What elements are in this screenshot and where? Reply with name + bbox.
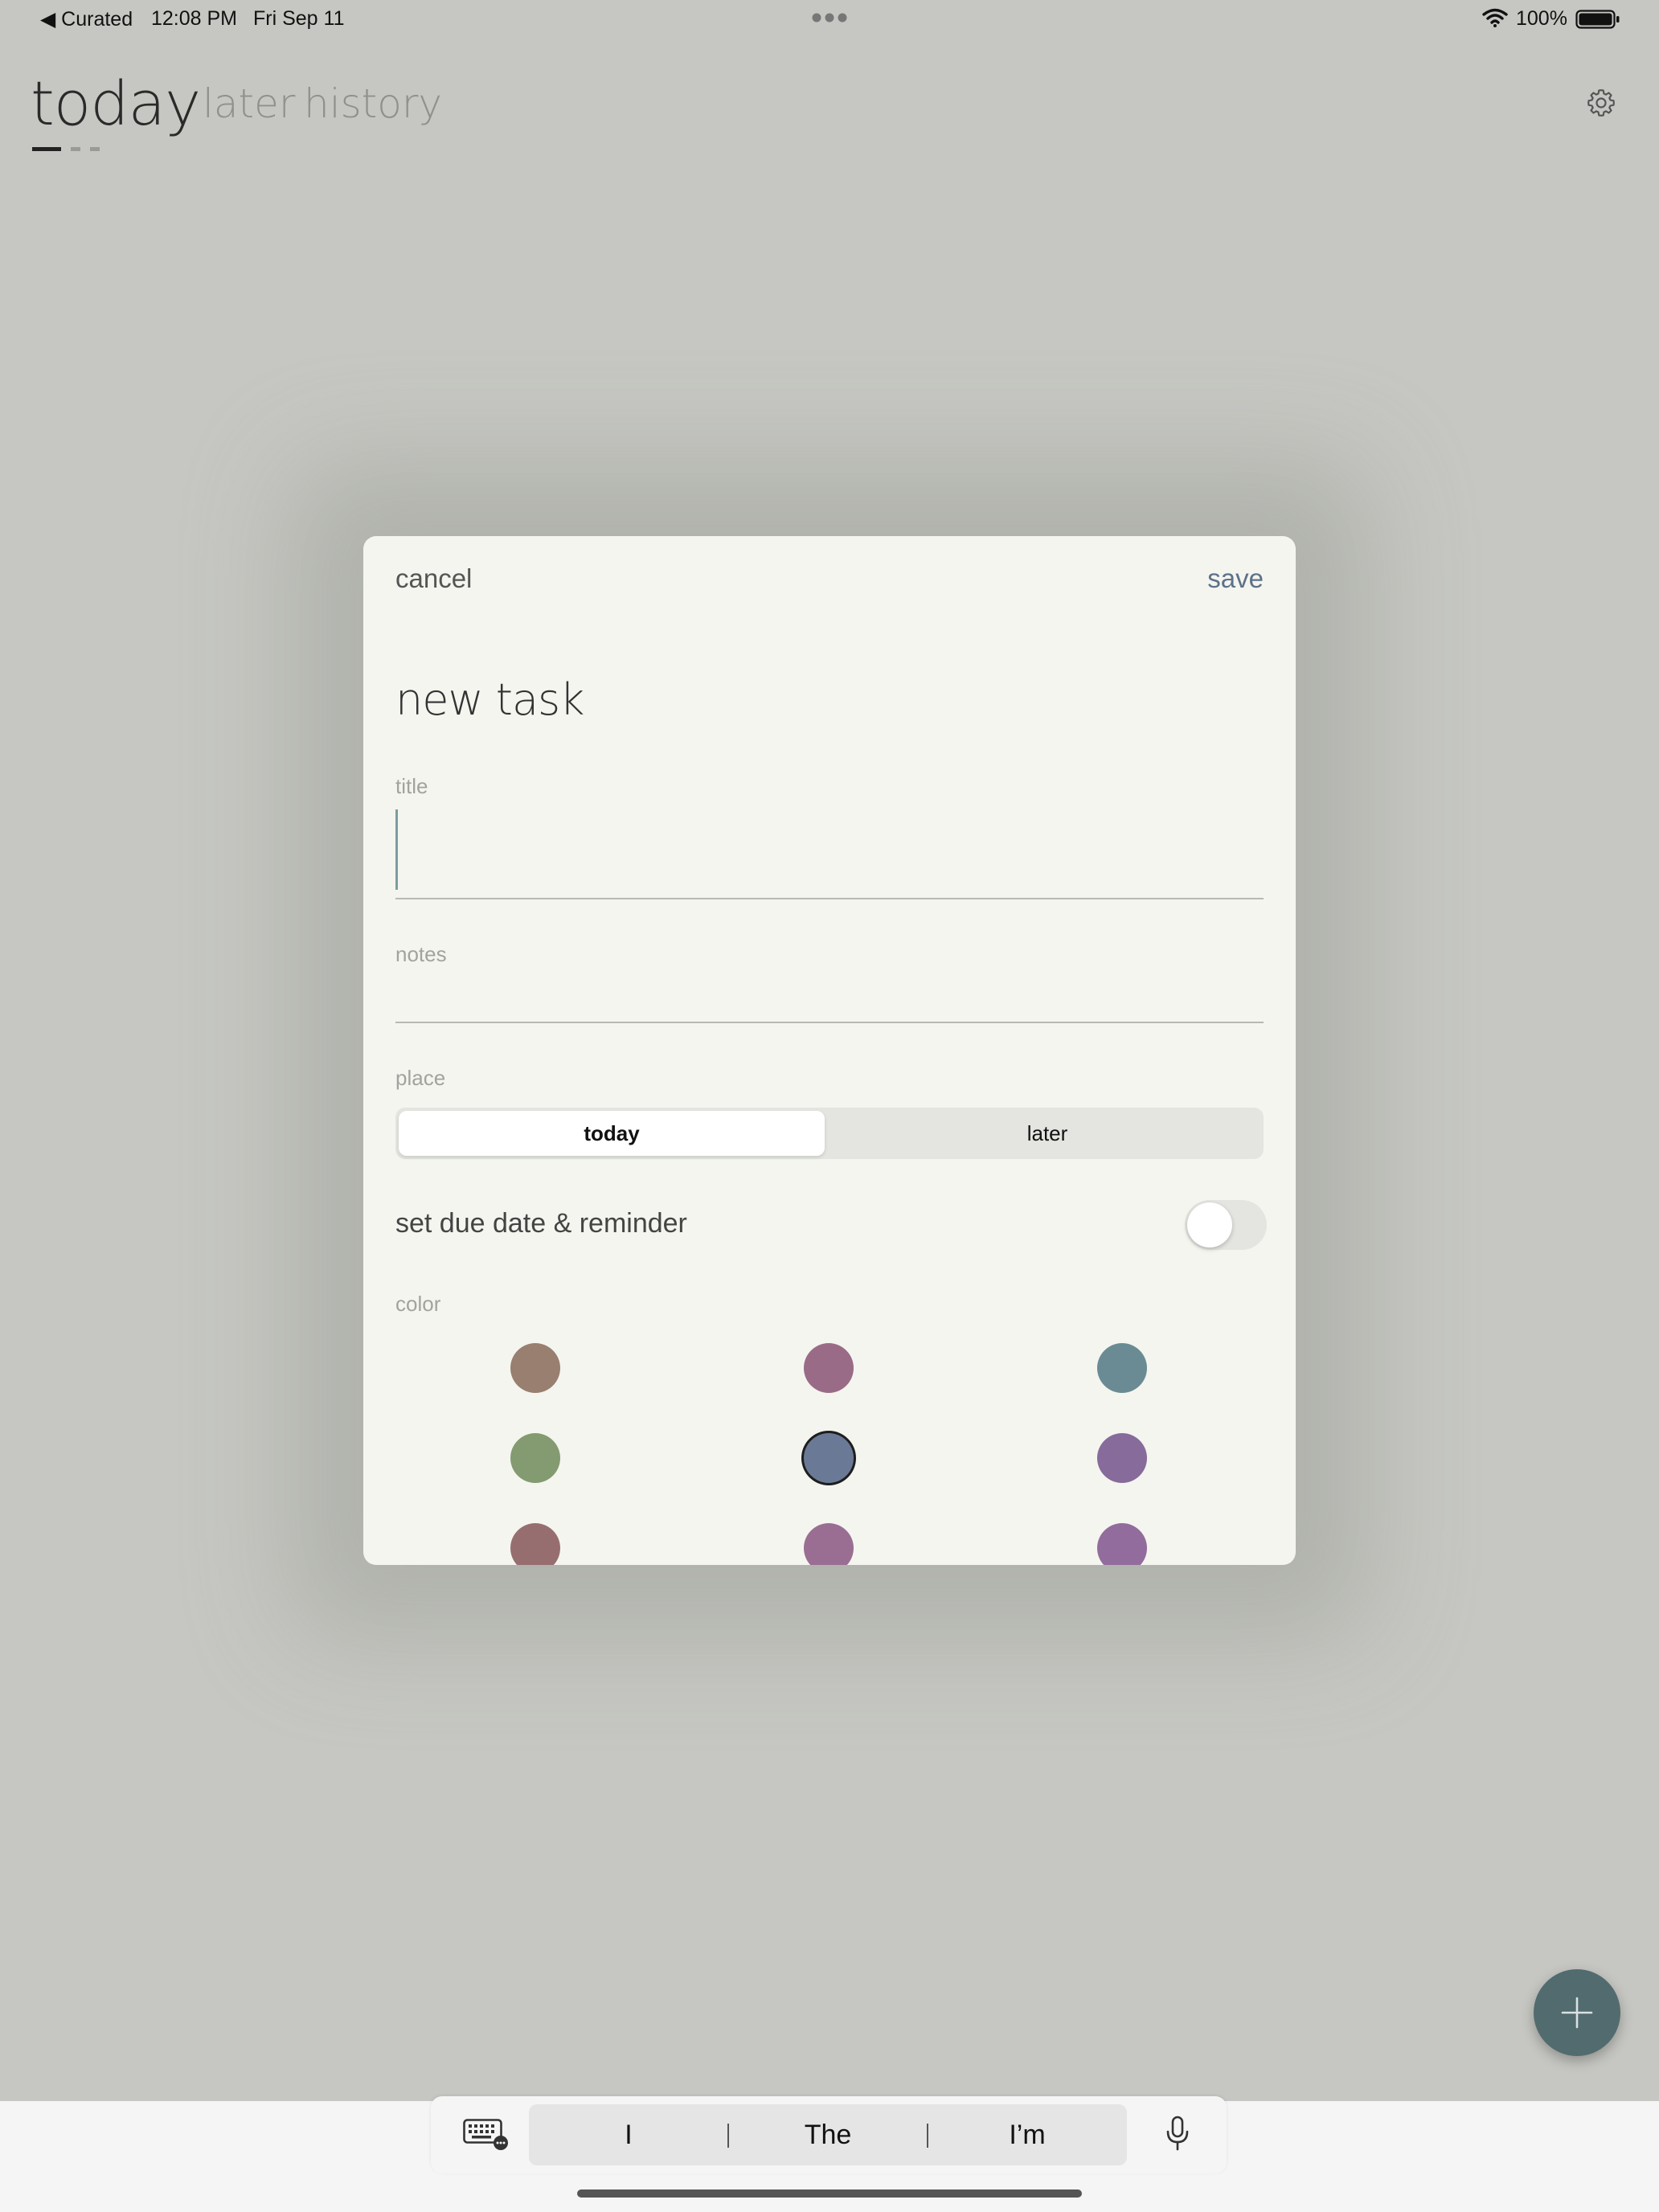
color-swatch-5[interactable] xyxy=(804,1433,854,1483)
notes-underline xyxy=(395,1022,1264,1023)
place-option-today[interactable]: today xyxy=(399,1111,825,1156)
place-option-later[interactable]: later xyxy=(834,1111,1260,1156)
place-segmented-control: today later xyxy=(395,1108,1264,1159)
color-swatch-1[interactable] xyxy=(510,1343,560,1393)
microphone-icon[interactable] xyxy=(1164,2116,1191,2156)
battery-icon xyxy=(1575,10,1620,35)
modal-heading: new task xyxy=(395,674,584,725)
suggestion-1[interactable]: I xyxy=(529,2104,728,2165)
color-swatch-7[interactable] xyxy=(510,1523,560,1565)
save-button[interactable]: save xyxy=(1207,563,1264,594)
battery-percentage: 100% xyxy=(1516,7,1567,30)
back-to-app-link[interactable]: ◀ Curated xyxy=(40,7,133,31)
color-swatch-6[interactable] xyxy=(1097,1433,1147,1483)
tab-today[interactable]: today xyxy=(31,68,201,139)
color-swatch-8[interactable] xyxy=(804,1523,854,1565)
status-date: Fri Sep 11 xyxy=(253,7,345,30)
tab-later[interactable]: later xyxy=(203,80,295,127)
tab-indicator-active xyxy=(32,147,61,151)
predictive-suggestions: I The I’m xyxy=(529,2104,1127,2165)
color-swatch-9[interactable] xyxy=(1097,1523,1147,1565)
color-swatch-3[interactable] xyxy=(1097,1343,1147,1393)
notes-input[interactable] xyxy=(395,986,1264,1031)
suggestion-3[interactable]: I’m xyxy=(928,2104,1127,2165)
keyboard-icon[interactable] xyxy=(463,2119,510,2154)
cancel-button[interactable]: cancel xyxy=(395,563,472,594)
color-label: color xyxy=(395,1292,441,1316)
new-task-modal: cancel save new task title notes place t… xyxy=(363,536,1296,1565)
status-bar: ◀ Curated 12:08 PM Fri Sep 11 100% xyxy=(0,0,1659,39)
title-underline xyxy=(395,898,1264,899)
add-task-button[interactable] xyxy=(1534,1969,1620,2056)
due-date-label: set due date & reminder xyxy=(395,1208,687,1239)
color-swatch-4[interactable] xyxy=(510,1433,560,1483)
keyboard-shortcut-bar: I The I’m xyxy=(431,2096,1227,2173)
home-indicator[interactable] xyxy=(577,2189,1082,2198)
plus-icon xyxy=(1534,1969,1620,2056)
tab-history[interactable]: history xyxy=(304,80,442,127)
color-swatch-2[interactable] xyxy=(804,1343,854,1393)
wifi-icon xyxy=(1482,8,1508,33)
due-date-toggle[interactable] xyxy=(1185,1200,1267,1250)
status-time: 12:08 PM xyxy=(151,7,238,30)
tab-indicator xyxy=(71,147,80,151)
suggestion-2[interactable]: The xyxy=(728,2104,928,2165)
toggle-knob xyxy=(1187,1202,1232,1247)
tab-indicator xyxy=(90,147,100,151)
notes-label: notes xyxy=(395,942,447,966)
title-label: title xyxy=(395,774,428,798)
multitasking-dots-icon[interactable] xyxy=(810,6,849,30)
place-label: place xyxy=(395,1066,446,1090)
title-input[interactable] xyxy=(395,816,1264,888)
settings-gear-icon[interactable] xyxy=(1585,87,1617,122)
